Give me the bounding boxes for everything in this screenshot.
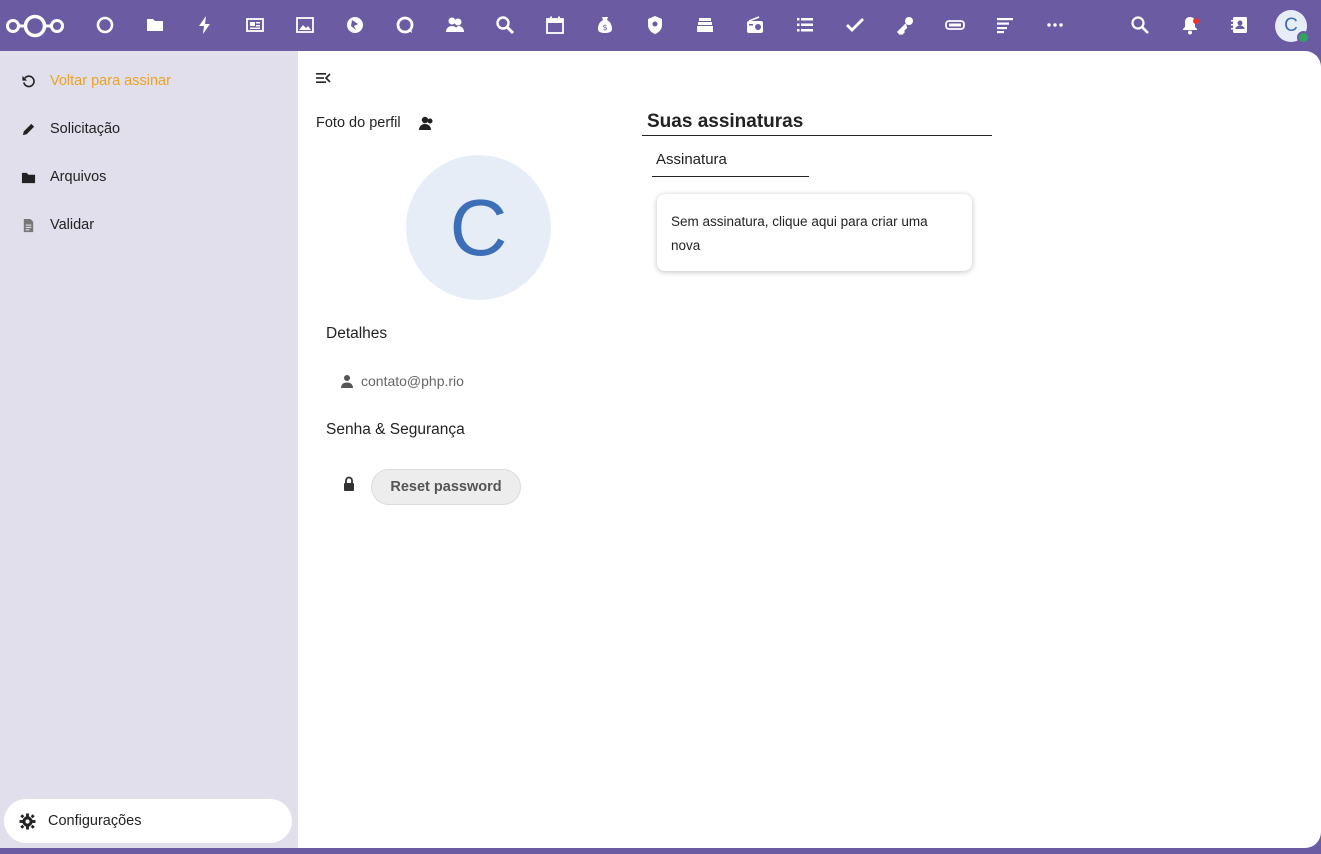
pencil-icon bbox=[20, 121, 36, 137]
sidebar-item-label: Voltar para assinar bbox=[50, 73, 171, 89]
gear-icon bbox=[18, 812, 36, 830]
sidebar-item-validar[interactable]: Validar bbox=[0, 205, 298, 245]
shield-icon[interactable] bbox=[642, 12, 668, 38]
avatar-initial: C bbox=[1284, 15, 1298, 36]
details-title: Detalhes bbox=[326, 325, 388, 342]
sidebar-item-arquivos[interactable]: Arquivos bbox=[0, 157, 298, 197]
user-avatar[interactable]: C bbox=[1275, 10, 1310, 44]
talk-icon[interactable] bbox=[392, 12, 418, 38]
search-app-icon[interactable] bbox=[492, 12, 518, 38]
checkmark-icon[interactable] bbox=[842, 12, 868, 38]
user-icon bbox=[341, 375, 353, 388]
top-bar: $ C bbox=[0, 0, 1321, 51]
profile-photo-label: Foto do perfil bbox=[316, 115, 401, 131]
nextcloud-logo[interactable] bbox=[4, 12, 66, 40]
files-icon[interactable] bbox=[142, 12, 168, 38]
radio-icon[interactable] bbox=[742, 12, 768, 38]
sidebar-item-label: Solicitação bbox=[50, 121, 121, 137]
settings-label: Configurações bbox=[48, 813, 142, 829]
reset-password-button[interactable]: Reset password bbox=[371, 469, 521, 505]
avatar-initial: C bbox=[449, 182, 508, 272]
notification-badge bbox=[1193, 18, 1199, 24]
news-icon[interactable] bbox=[242, 12, 268, 38]
deck-icon[interactable] bbox=[692, 12, 718, 38]
lock-icon bbox=[344, 476, 354, 491]
activity-icon[interactable] bbox=[192, 12, 218, 38]
account-icon[interactable] bbox=[418, 115, 434, 131]
sidebar-item-voltar[interactable]: Voltar para assinar bbox=[0, 61, 298, 101]
undo-icon bbox=[20, 73, 36, 89]
sidebar: Voltar para assinar Solicitação Arquivos… bbox=[0, 51, 298, 848]
email-row: contato@php.rio bbox=[340, 373, 464, 389]
contacts-menu-icon[interactable] bbox=[1227, 12, 1253, 38]
search-icon[interactable] bbox=[1127, 12, 1153, 38]
email-value: contato@php.rio bbox=[361, 373, 464, 389]
svg-text:$: $ bbox=[602, 23, 607, 32]
notifications-icon[interactable] bbox=[1177, 12, 1203, 38]
profile-avatar[interactable]: C bbox=[406, 155, 551, 300]
security-title: Senha & Segurança bbox=[326, 421, 465, 438]
collapse-sidebar-icon[interactable] bbox=[314, 69, 332, 87]
main-content: Foto do perfil C Detalhes contato@php.ri… bbox=[298, 51, 1321, 848]
settings-button[interactable]: Configurações bbox=[4, 799, 292, 843]
photos-icon[interactable] bbox=[292, 12, 318, 38]
tasks-icon[interactable] bbox=[792, 12, 818, 38]
sidebar-item-solicitacao[interactable]: Solicitação bbox=[0, 109, 298, 149]
maps-icon[interactable] bbox=[342, 12, 368, 38]
cospend-icon[interactable]: $ bbox=[592, 12, 618, 38]
calendar-icon[interactable] bbox=[542, 12, 568, 38]
notes-icon[interactable] bbox=[992, 12, 1018, 38]
tab-assinatura[interactable]: Assinatura bbox=[652, 151, 809, 177]
dashboard-icon[interactable] bbox=[92, 12, 118, 38]
sidebar-item-label: Validar bbox=[50, 217, 95, 233]
passwords-icon[interactable] bbox=[892, 12, 918, 38]
ticket-icon[interactable] bbox=[942, 12, 968, 38]
create-signature-card[interactable]: Sem assinatura, clique aqui para criar u… bbox=[657, 194, 972, 271]
sidebar-item-label: Arquivos bbox=[50, 169, 107, 185]
folder-icon bbox=[20, 169, 36, 185]
document-icon bbox=[20, 217, 36, 233]
app-frame: Voltar para assinar Solicitação Arquivos… bbox=[0, 51, 1321, 848]
signatures-title: Suas assinaturas bbox=[642, 111, 992, 136]
contacts-icon[interactable] bbox=[442, 12, 468, 38]
online-status-badge bbox=[1297, 31, 1310, 44]
more-apps-icon[interactable] bbox=[1042, 12, 1068, 38]
